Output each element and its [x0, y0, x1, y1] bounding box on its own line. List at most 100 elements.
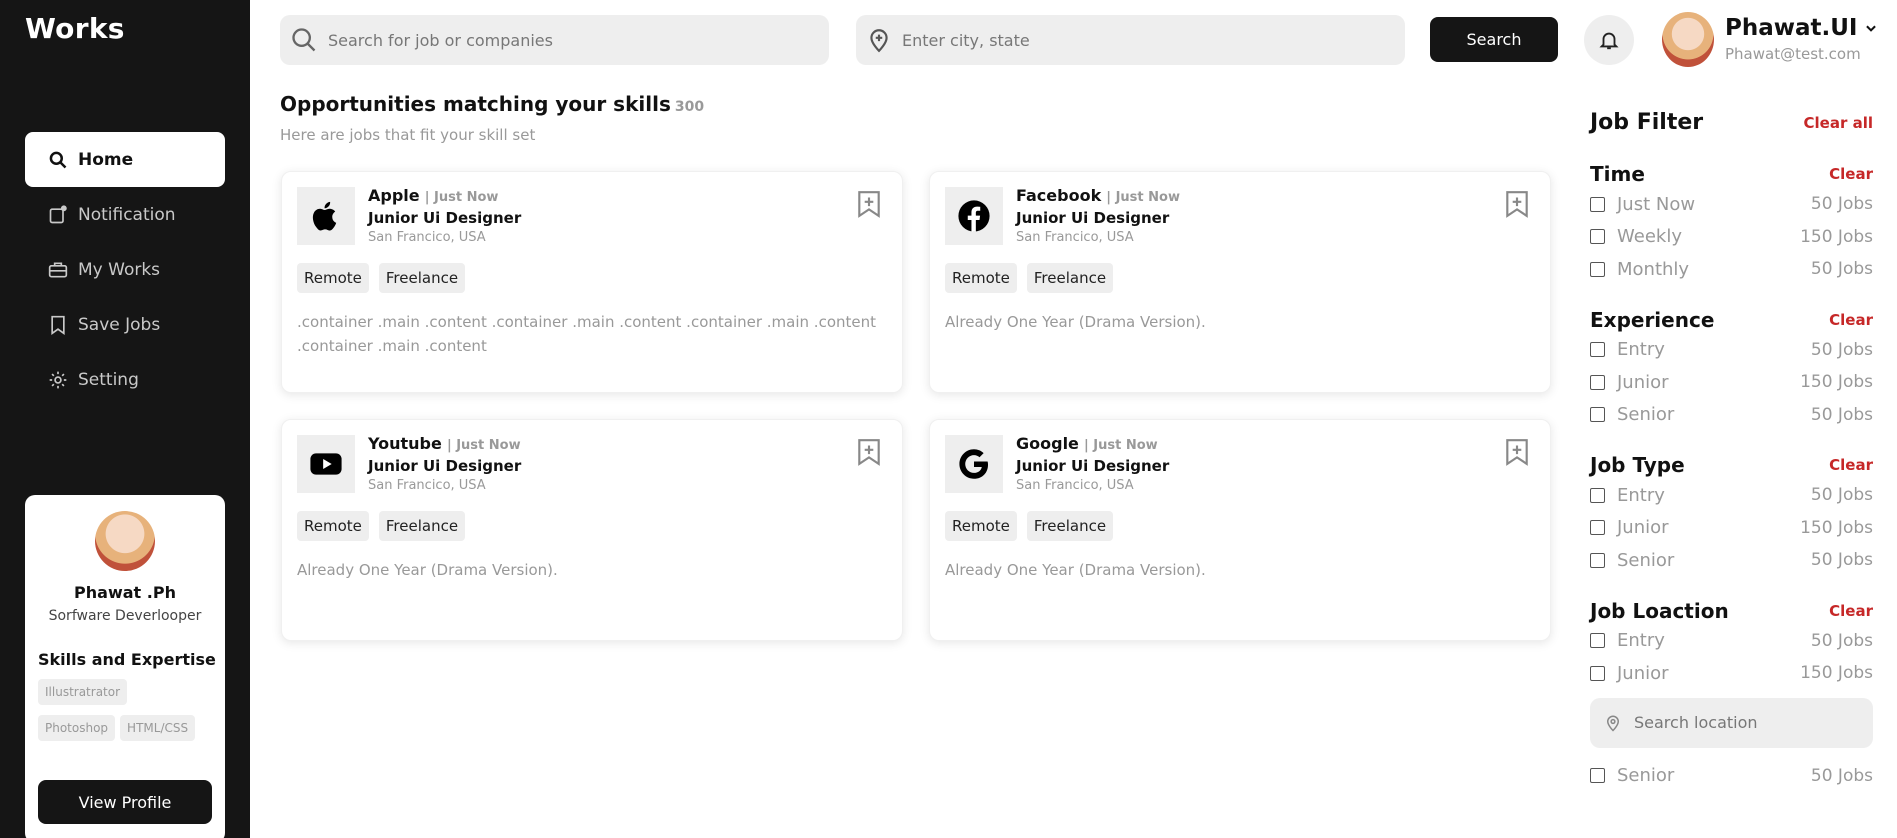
view-profile-button[interactable]: View Profile: [38, 780, 212, 824]
option-count: 50 Jobs: [1810, 765, 1873, 786]
option-count: 150 Jobs: [1800, 226, 1873, 247]
clear-link[interactable]: Clear: [1829, 165, 1873, 183]
job-tag: Freelance: [378, 511, 466, 541]
skills-list: Illustratrator Photoshop HTML/CSS: [25, 679, 225, 751]
bookmark-add-icon[interactable]: [856, 438, 882, 466]
checkbox[interactable]: [1590, 665, 1605, 681]
option-label: Monthly: [1617, 258, 1690, 280]
sidebar-nav: Home Notification My Works Save Jobs Set…: [25, 132, 225, 407]
option-count: 50 Jobs: [1810, 339, 1873, 360]
company-line: Apple | Just Now: [368, 186, 498, 205]
page-title-text: Opportunities matching your skills: [280, 92, 671, 116]
clear-link[interactable]: Clear: [1829, 602, 1873, 620]
sidebar-item-label: Save Jobs: [78, 314, 161, 335]
skills-title: Skills and Expertise: [38, 650, 216, 669]
sidebar-item-my-works[interactable]: My Works: [25, 242, 225, 297]
sidebar-item-save-jobs[interactable]: Save Jobs: [25, 297, 225, 352]
checkbox[interactable]: [1590, 768, 1605, 783]
brand-logo[interactable]: Works: [25, 12, 125, 45]
posted-time: | Just Now: [424, 190, 499, 205]
filter-option[interactable]: Junior 150 Jobs: [1590, 366, 1873, 399]
avatar: [95, 511, 155, 571]
company-name[interactable]: Google: [1016, 434, 1079, 453]
option-label: Junior: [1617, 662, 1669, 684]
filter-option[interactable]: Entry 50 Jobs: [1590, 479, 1873, 512]
sidebar-item-home[interactable]: Home: [25, 132, 225, 187]
checkbox[interactable]: [1590, 487, 1605, 503]
apple-logo-icon: [312, 201, 337, 231]
company-logo: [945, 435, 1003, 493]
checkbox[interactable]: [1590, 520, 1605, 536]
checkbox[interactable]: [1590, 196, 1605, 212]
clear-all-link[interactable]: Clear all: [1804, 114, 1873, 132]
company-name[interactable]: Youtube: [368, 434, 442, 453]
option-label: Weekly: [1617, 226, 1682, 248]
checkbox[interactable]: [1590, 374, 1605, 390]
job-tags: Remote Freelance: [297, 511, 466, 541]
job-tag: Remote: [297, 263, 369, 293]
user-menu[interactable]: Phawat.UI: [1725, 15, 1878, 41]
notification-button[interactable]: [1584, 15, 1634, 65]
filter-option[interactable]: Junior 150 Jobs: [1590, 657, 1873, 690]
checkbox[interactable]: [1590, 633, 1605, 649]
user-name: Phawat.UI: [1725, 15, 1858, 41]
job-tag: Remote: [945, 511, 1017, 541]
bookmark-icon: [47, 314, 69, 336]
filter-option[interactable]: Senior 50 Jobs: [1590, 544, 1873, 577]
clear-link[interactable]: Clear: [1829, 456, 1873, 474]
option-label: Senior: [1617, 404, 1675, 426]
job-card[interactable]: Facebook | Just Now Junior Ui Designer S…: [929, 171, 1551, 393]
filter-option[interactable]: Senior 50 Jobs: [1590, 766, 1873, 786]
company-name[interactable]: Facebook: [1016, 186, 1101, 205]
job-tag: Freelance: [378, 263, 466, 293]
user-avatar[interactable]: [1662, 12, 1714, 67]
filter-option[interactable]: Monthly 50 Jobs: [1590, 253, 1873, 286]
posted-time: | Just Now: [446, 438, 521, 453]
filter-group-job-type: Job Type Clear Entry 50 Jobs Junior 150 Job…: [1590, 451, 1873, 577]
job-card[interactable]: Google | Just Now Junior Ui Designer San…: [929, 419, 1551, 641]
filter-option[interactable]: Just Now 50 Jobs: [1590, 188, 1873, 221]
clear-link[interactable]: Clear: [1829, 311, 1873, 329]
checkbox[interactable]: [1590, 552, 1605, 568]
result-count: 300: [674, 99, 705, 115]
company-logo: [297, 187, 355, 245]
sidebar-item-label: Setting: [78, 369, 139, 390]
checkbox[interactable]: [1590, 407, 1605, 423]
sidebar-item-label: Notification: [78, 204, 176, 225]
location-filter-input[interactable]: [1634, 713, 1834, 732]
checkbox[interactable]: [1590, 229, 1605, 245]
job-location: San Francico, USA: [1016, 230, 1134, 245]
job-card[interactable]: Youtube | Just Now Junior Ui Designer Sa…: [281, 419, 903, 641]
filter-option[interactable]: Weekly 150 Jobs: [1590, 221, 1873, 254]
option-count: 150 Jobs: [1800, 372, 1873, 393]
job-tag: Remote: [945, 263, 1017, 293]
filter-option[interactable]: Senior 50 Jobs: [1590, 399, 1873, 432]
job-card[interactable]: Apple | Just Now Junior Ui Designer San …: [281, 171, 903, 393]
bookmark-add-icon[interactable]: [1504, 438, 1530, 466]
location-search-input[interactable]: [902, 30, 1334, 50]
bookmark-add-icon[interactable]: [1504, 190, 1530, 218]
job-tags: Remote Freelance: [945, 511, 1114, 541]
filter-option[interactable]: Entry 50 Jobs: [1590, 625, 1873, 658]
job-location: San Francico, USA: [368, 230, 486, 245]
job-description: Already One Year (Drama Version).: [945, 561, 1206, 579]
search-icon: [47, 149, 69, 171]
option-label: Entry: [1617, 339, 1665, 361]
sidebar-item-setting[interactable]: Setting: [25, 352, 225, 407]
company-name[interactable]: Apple: [368, 186, 420, 205]
checkbox[interactable]: [1590, 261, 1605, 277]
filter-group-title: Job Loaction: [1590, 598, 1729, 623]
sidebar-item-notification[interactable]: Notification: [25, 187, 225, 242]
option-label: Junior: [1617, 517, 1669, 539]
bookmark-add-icon[interactable]: [856, 190, 882, 218]
job-search-input[interactable]: [328, 30, 760, 50]
job-tags: Remote Freelance: [945, 263, 1114, 293]
filter-option[interactable]: Junior 150 Jobs: [1590, 512, 1873, 545]
job-location: San Francico, USA: [1016, 478, 1134, 493]
search-button[interactable]: Search: [1430, 17, 1558, 62]
option-label: Senior: [1617, 765, 1675, 786]
filter-option[interactable]: Entry 50 Jobs: [1590, 334, 1873, 367]
job-location: San Francico, USA: [368, 478, 486, 493]
job-description: Already One Year (Drama Version).: [297, 561, 558, 579]
checkbox[interactable]: [1590, 342, 1605, 358]
